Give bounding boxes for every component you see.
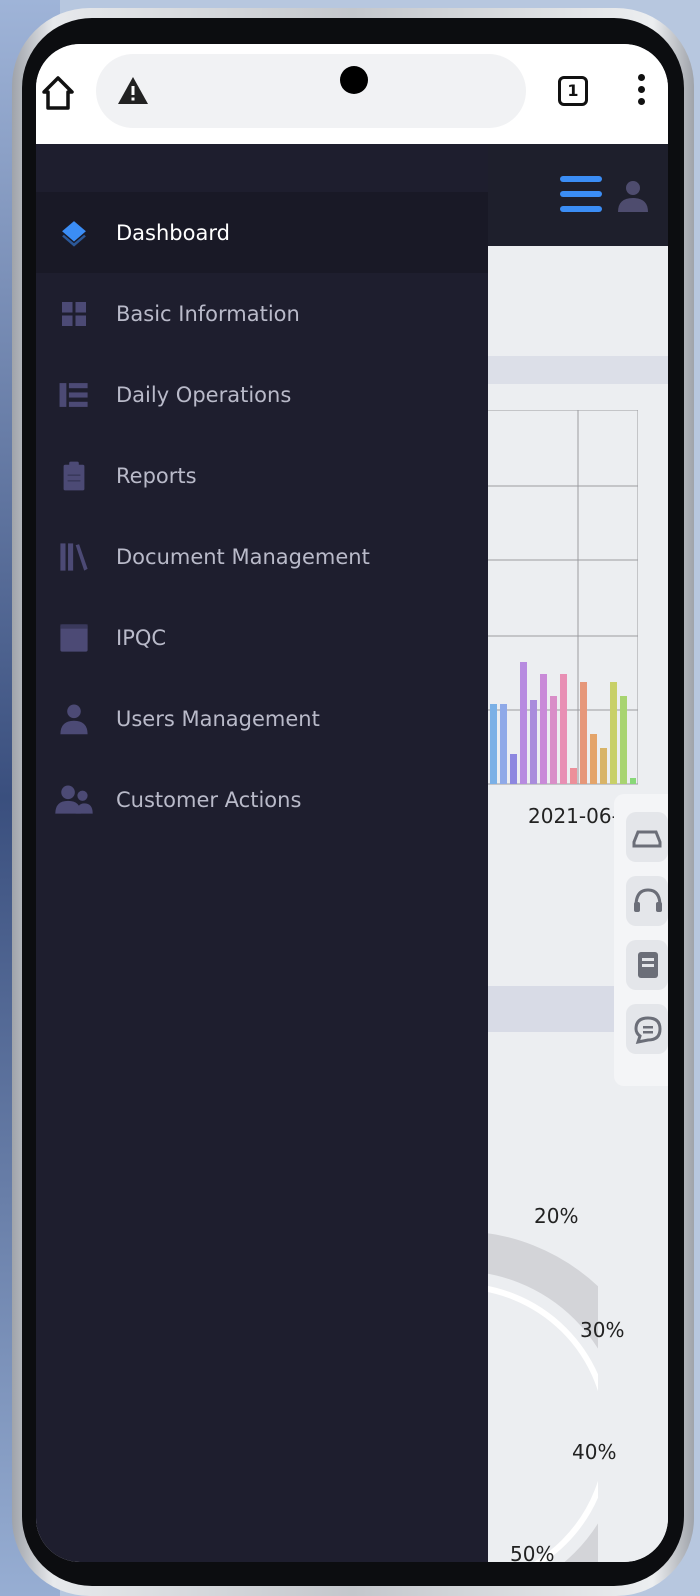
layers-icon [54,213,94,253]
chart-bar [620,696,627,784]
nav-item-daily-operations[interactable]: Daily Operations [36,354,488,435]
chart-x-tick-label: 2021-06- [528,804,619,828]
address-bar[interactable] [96,54,526,128]
inbox-icon [632,830,662,848]
library-icon [54,537,94,577]
card-header [488,356,668,384]
nav-item-ipqc[interactable]: IPQC [36,597,488,678]
app-header [488,144,668,246]
chart-bar [580,682,587,784]
support-button[interactable] [626,876,668,926]
nav-item-basic-information[interactable]: Basic Information [36,273,488,354]
home-icon[interactable] [40,72,76,112]
list-icon [54,375,94,415]
gauge-label: 50% [510,1542,555,1562]
browser-toolbar: 1 [36,44,668,144]
user-avatar-icon[interactable] [616,178,650,214]
gauge-label: 30% [580,1318,625,1342]
chart-bar [530,700,537,784]
nav-item-dashboard[interactable]: Dashboard [36,192,488,273]
chart-bar [590,734,597,784]
gauge-label: 20% [534,1204,579,1228]
nav-label: Users Management [116,706,320,731]
hamburger-menu-icon[interactable] [560,176,602,212]
warning-icon[interactable] [116,74,150,108]
chart-bar [540,674,547,784]
chart-bar [500,704,507,784]
gauge-label: 40% [572,1440,617,1464]
drawer-header [36,144,488,192]
headset-icon [634,888,662,912]
nav-item-document-management[interactable]: Document Management [36,516,488,597]
chart-bar [570,768,577,784]
front-camera [340,66,368,94]
nav-item-reports[interactable]: Reports [36,435,488,516]
chat-icon [634,1016,662,1044]
chart-bar [490,704,497,784]
chart-bar [560,674,567,784]
docs-button[interactable] [626,940,668,990]
chat-button[interactable] [626,1004,668,1054]
nav-label: Dashboard [116,220,230,245]
floating-action-bar [614,794,668,1086]
nav-label: Daily Operations [116,382,292,407]
nav-label: Document Management [116,544,370,569]
dashboard-content: 2021-06- 20% 30% 40% 50% [338,246,668,1562]
book-icon [638,952,658,978]
users-icon [54,780,94,820]
nav-label: Reports [116,463,197,488]
clipboard-icon [54,456,94,496]
grid-icon [54,294,94,334]
chart-bar [510,754,517,784]
nav-label: IPQC [116,625,167,650]
chart-bar [520,662,527,784]
chart-bar [550,696,557,784]
card-header [488,986,614,1032]
user-icon [54,699,94,739]
box-icon [54,618,94,658]
phone-screen: 1 2021-06- 20% 30% 40% 50% Dashboard Bas… [36,44,668,1562]
nav-item-users-management[interactable]: Users Management [36,678,488,759]
bar-chart [488,410,638,785]
chart-bar [600,748,607,784]
nav-item-customer-actions[interactable]: Customer Actions [36,759,488,840]
nav-label: Customer Actions [116,787,302,812]
chart-bar [630,778,636,784]
tab-switcher-button[interactable]: 1 [558,76,588,106]
inbox-button[interactable] [626,812,668,862]
side-navigation-drawer: Dashboard Basic Information Daily Operat… [36,144,488,1562]
chart-bar [610,682,617,784]
nav-label: Basic Information [116,301,300,326]
more-options-icon[interactable] [634,74,648,110]
